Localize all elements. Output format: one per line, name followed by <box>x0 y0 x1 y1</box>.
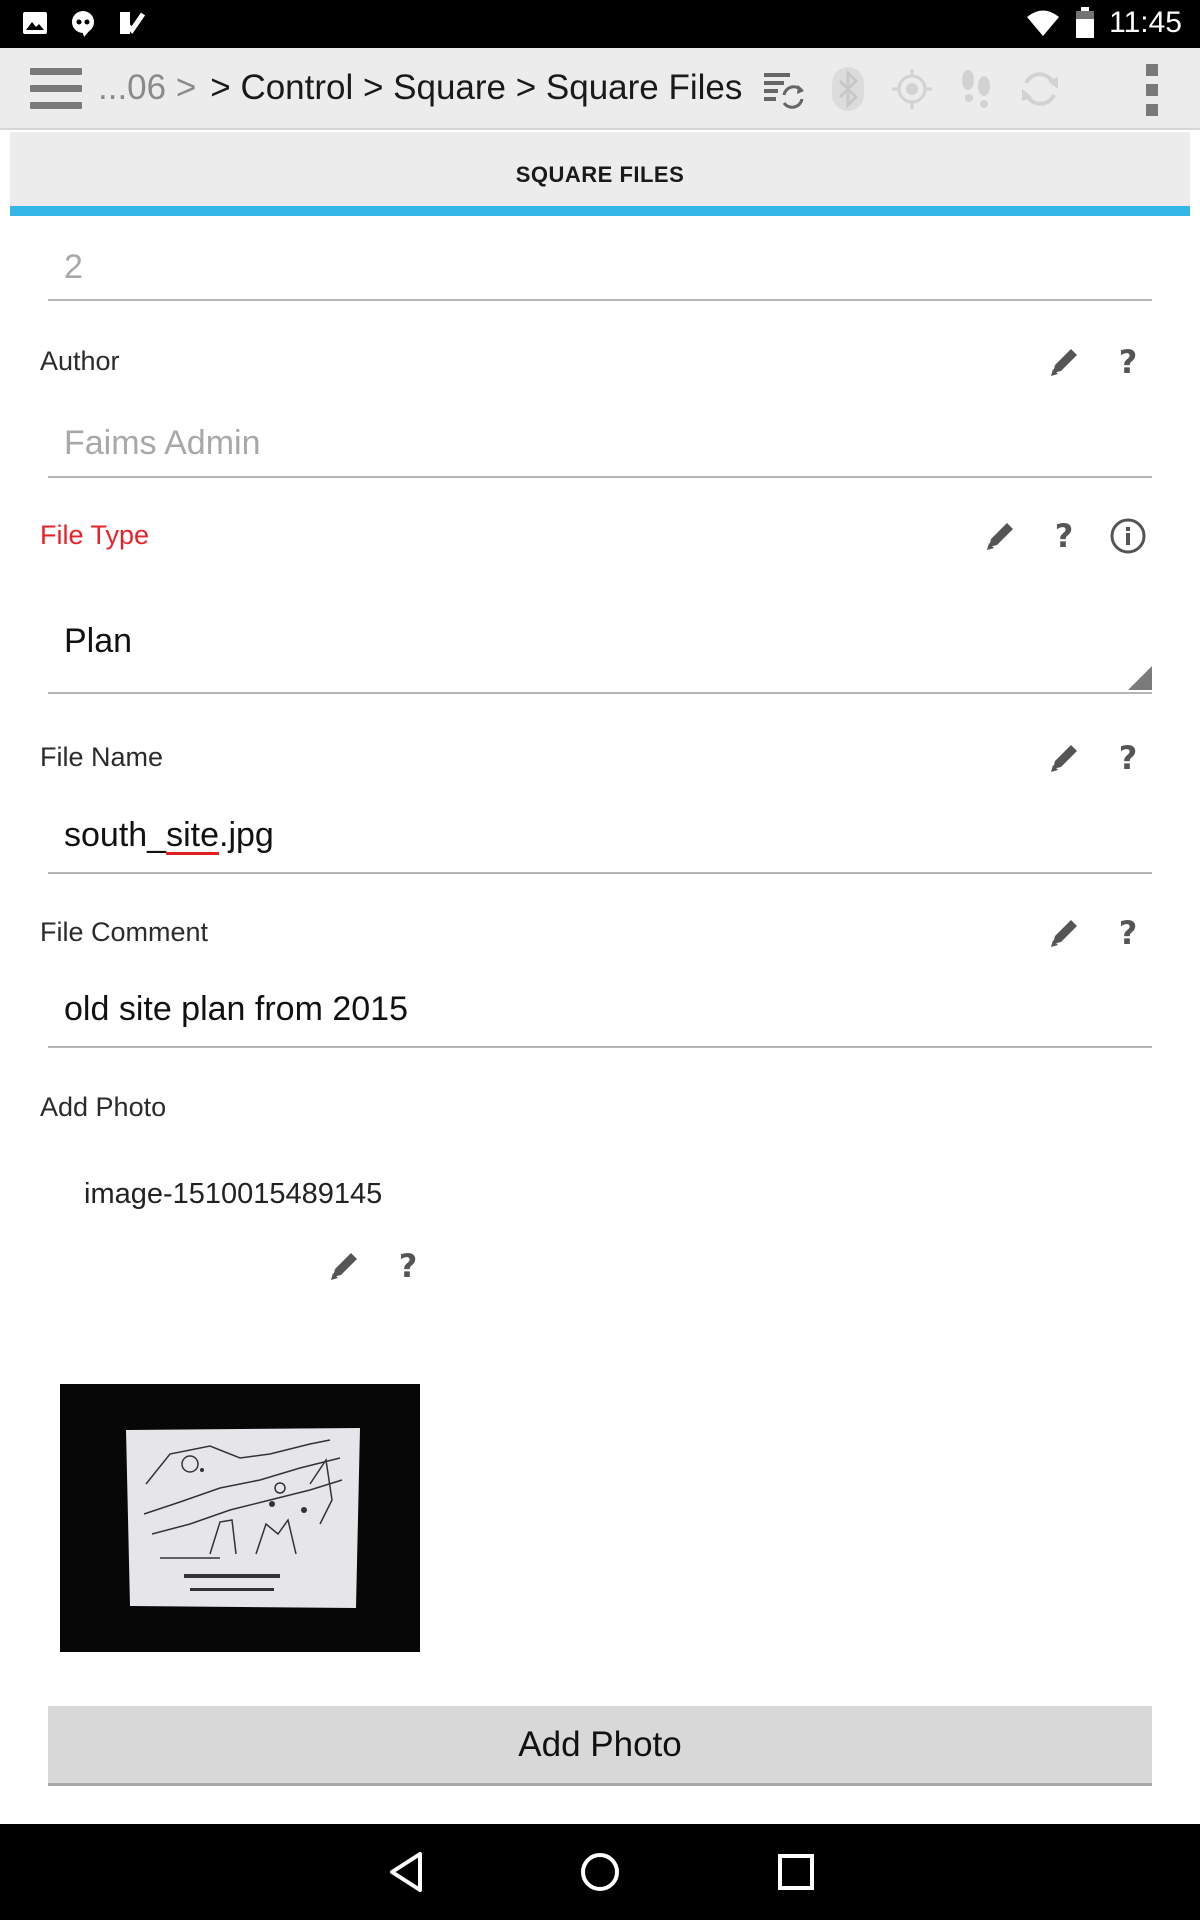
checkmark-notification-icon <box>120 12 146 34</box>
edit-file-name-pencil-icon[interactable] <box>1042 736 1086 780</box>
file-name-label: File Name <box>40 742 164 772</box>
file-type-info-icon[interactable] <box>1106 514 1150 558</box>
file-name-help-icon[interactable]: ? <box>1106 736 1150 780</box>
file-name-misspelled-part: site <box>166 816 220 854</box>
wifi-icon <box>1027 10 1060 36</box>
navigation-bar <box>0 1824 1200 1920</box>
author-label: Author <box>40 346 120 376</box>
add-photo-label: Add Photo <box>40 1092 167 1122</box>
file-name-value: south_site.jpg <box>64 816 274 855</box>
file-comment-label: File Comment <box>40 917 209 947</box>
file-type-value: Plan <box>64 622 133 660</box>
action-bar: ...06 > > Control > Square > Square Files <box>0 48 1200 130</box>
file-type-label: File Type <box>40 520 150 550</box>
photo-filename: image-1510015489145 <box>84 1178 383 1210</box>
photo-help-icon[interactable]: ? <box>386 1244 430 1288</box>
breadcrumb[interactable]: ...06 > > Control > Square > Square Files <box>98 68 742 108</box>
hangouts-icon <box>72 11 94 37</box>
home-icon[interactable] <box>572 1844 628 1900</box>
back-icon[interactable] <box>378 1844 434 1900</box>
bluetooth-icon[interactable] <box>822 66 874 112</box>
file-comment-help-icon[interactable]: ? <box>1106 911 1150 955</box>
add-photo-button[interactable]: Add Photo <box>48 1706 1152 1786</box>
edit-file-type-pencil-icon[interactable] <box>978 514 1022 558</box>
file-name-part1: south_ <box>64 816 167 854</box>
status-bar: 11:45 <box>0 0 1200 48</box>
overflow-menu-icon[interactable] <box>1142 64 1162 116</box>
edit-photo-pencil-icon[interactable] <box>322 1244 366 1288</box>
spinner-dropdown-icon <box>1128 666 1152 690</box>
author-field[interactable]: Faims Admin <box>48 396 1152 478</box>
refresh-icon[interactable] <box>1014 66 1066 112</box>
author-help-icon[interactable]: ? <box>1106 340 1150 384</box>
edit-file-comment-pencil-icon[interactable] <box>1042 911 1086 955</box>
top-number-field[interactable]: 2 <box>48 216 1152 301</box>
footsteps-icon[interactable] <box>950 66 1002 112</box>
file-comment-field[interactable]: old site plan from 2015 <box>48 968 1152 1048</box>
tab-indicator <box>10 206 1190 216</box>
file-type-spinner[interactable]: Plan <box>48 580 1152 694</box>
edit-author-pencil-icon[interactable] <box>1042 340 1086 384</box>
notification-icons <box>20 8 146 38</box>
file-comment-value: old site plan from 2015 <box>64 990 408 1028</box>
hamburger-menu-icon[interactable] <box>30 68 82 110</box>
tab-label: SQUARE FILES <box>515 162 685 187</box>
tab-square-files[interactable]: SQUARE FILES <box>10 132 1190 216</box>
breadcrumb-path[interactable]: > Control > Square > Square Files <box>210 68 742 107</box>
sync-list-icon[interactable] <box>758 66 810 112</box>
breadcrumb-prefix[interactable]: ...06 > <box>98 68 196 107</box>
recents-icon[interactable] <box>768 1844 824 1900</box>
status-time: 11:45 <box>1109 6 1182 39</box>
form-content: 2 Author ? Faims Admin File Type ? Plan … <box>10 216 1190 1824</box>
image-icon <box>23 12 47 34</box>
gps-icon[interactable] <box>886 66 938 112</box>
author-value: Faims Admin <box>64 424 261 462</box>
file-name-field[interactable]: south_site.jpg <box>48 794 1152 874</box>
photo-thumbnail[interactable] <box>60 1384 420 1652</box>
file-name-part3: .jpg <box>219 816 274 854</box>
battery-icon <box>1076 7 1095 38</box>
file-type-help-icon[interactable]: ? <box>1042 514 1086 558</box>
top-number-value: 2 <box>64 248 83 286</box>
